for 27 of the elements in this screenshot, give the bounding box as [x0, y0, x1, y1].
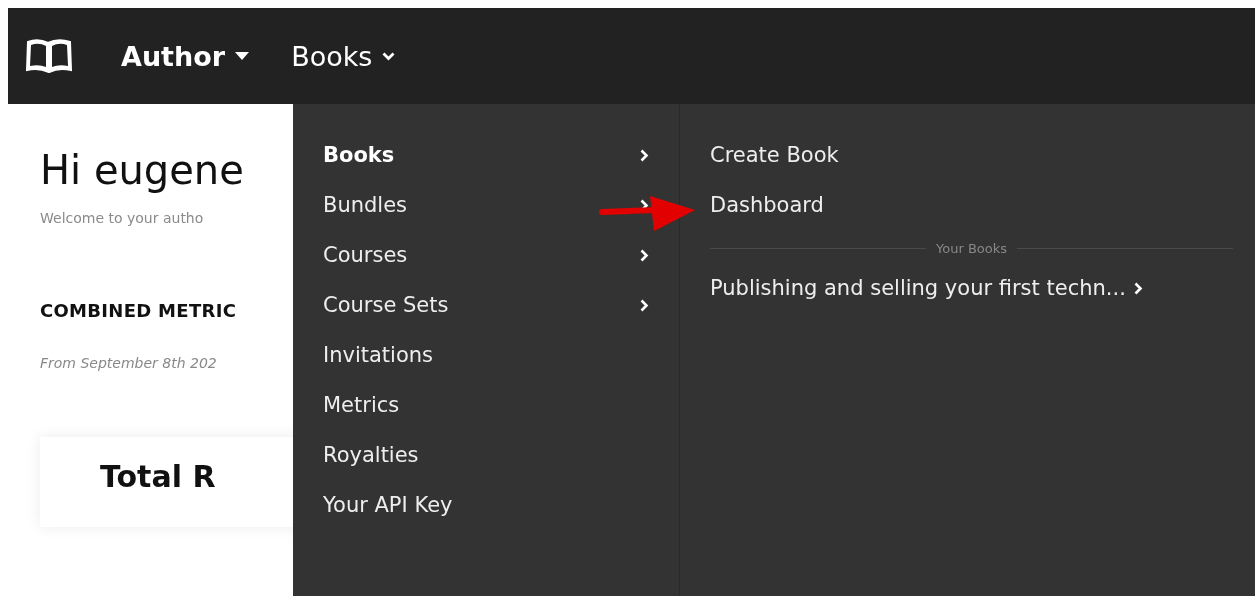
- date-range-text: From September 8th 202: [40, 355, 217, 371]
- caret-down-icon: [235, 52, 250, 60]
- chevron-right-icon: [640, 148, 649, 162]
- menu-item[interactable]: Invitations: [323, 330, 679, 380]
- menu-item[interactable]: Courses: [323, 230, 679, 280]
- book-item[interactable]: Publishing and selling your first techn...: [710, 266, 1233, 310]
- arrow-icon: [598, 194, 696, 234]
- submenu-item[interactable]: Dashboard: [710, 180, 1233, 230]
- menu-item[interactable]: Your API Key: [323, 480, 679, 530]
- chevron-right-icon: [640, 248, 649, 262]
- welcome-text: Welcome to your autho: [40, 210, 204, 226]
- card-title: Total R: [100, 459, 217, 494]
- menu-item[interactable]: Course Sets: [323, 280, 679, 330]
- menu-item[interactable]: Bundles: [323, 180, 679, 230]
- nav-menu-button[interactable]: Author: [121, 40, 250, 72]
- menu-item[interactable]: Metrics: [323, 380, 679, 430]
- chevron-right-icon: [1133, 281, 1143, 295]
- chevron-right-icon: [640, 298, 649, 312]
- submenu-item[interactable]: Create Book: [710, 130, 1233, 180]
- open-book-icon[interactable]: [25, 37, 73, 75]
- greeting-heading: Hi eugene: [40, 146, 244, 195]
- section-heading: COMBINED METRIC: [40, 300, 237, 321]
- nav-menu-button[interactable]: Books: [291, 40, 396, 72]
- menu-item[interactable]: Royalties: [323, 430, 679, 480]
- chevron-down-icon: [382, 51, 396, 61]
- menu-item[interactable]: Books: [323, 130, 679, 180]
- section-label: Your Books: [936, 240, 1007, 256]
